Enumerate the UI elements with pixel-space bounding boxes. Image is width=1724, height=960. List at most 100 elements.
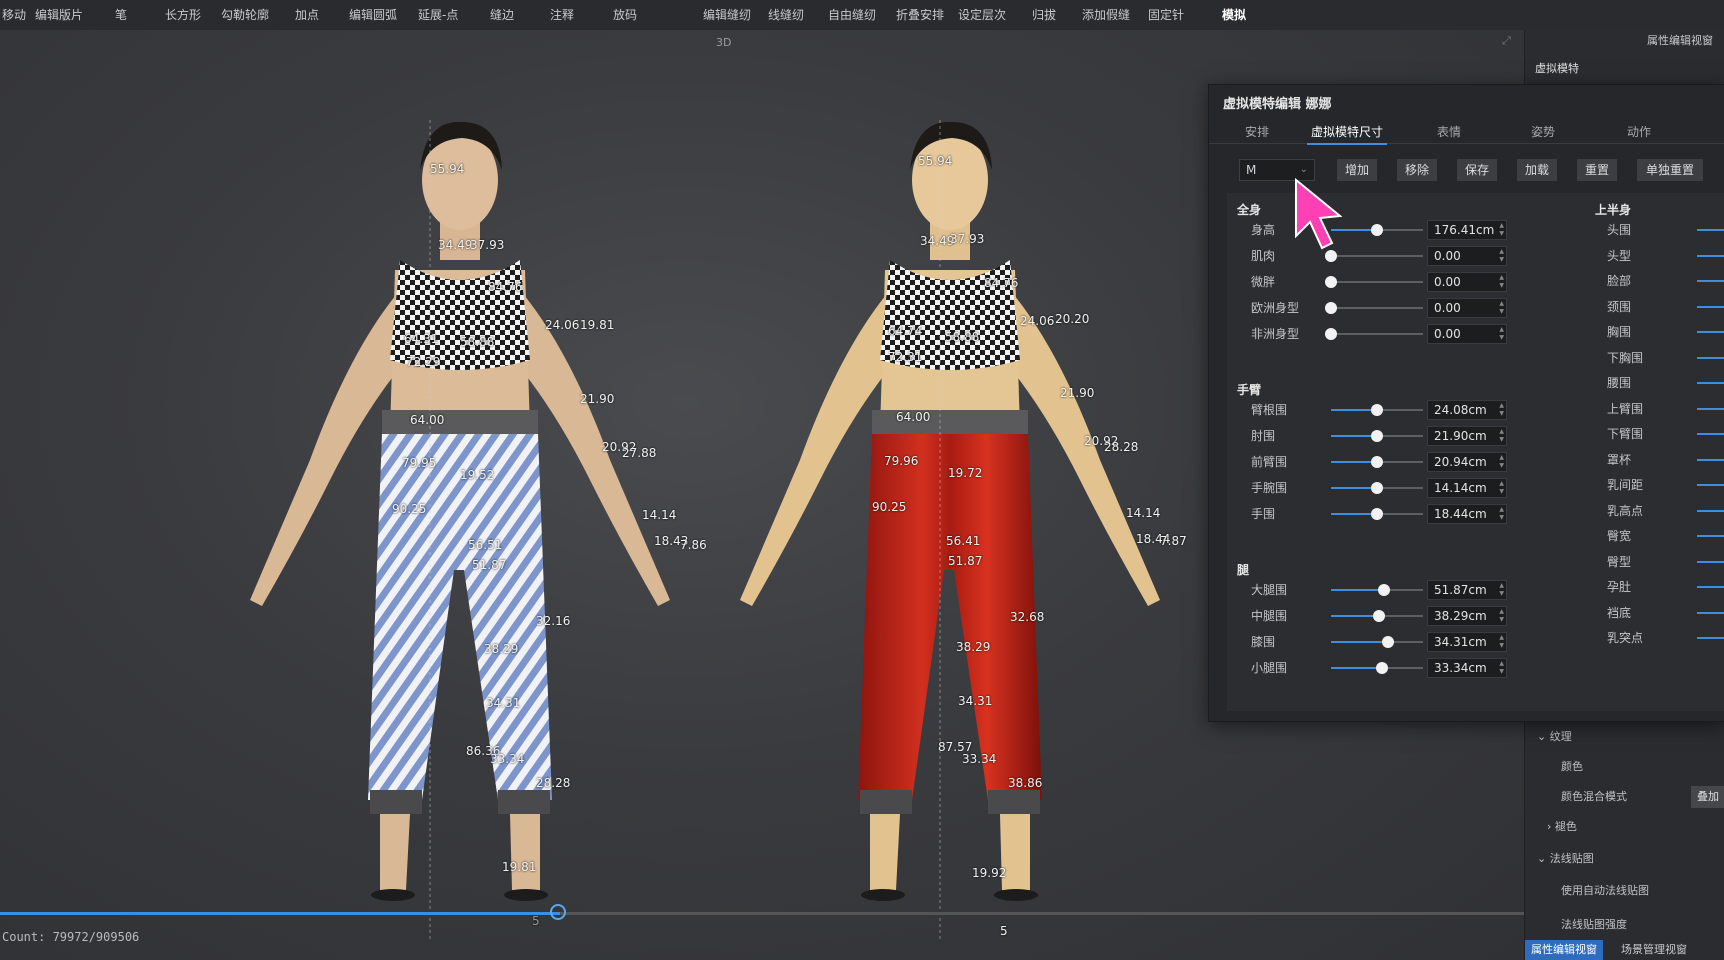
prop-color[interactable]: 颜色 <box>1561 758 1583 774</box>
measurement-value-input[interactable]: 33.34cm ▲ ▼ <box>1427 658 1507 678</box>
menu-move[interactable]: 移动 <box>2 6 26 23</box>
slider-handle[interactable] <box>1325 328 1337 340</box>
spinner-arrows-icon[interactable]: ▲ ▼ <box>1499 660 1504 676</box>
spinner-arrows-icon[interactable]: ▲ ▼ <box>1499 428 1504 444</box>
measurement-slider[interactable] <box>1325 302 1423 314</box>
slider-handle[interactable] <box>1371 456 1383 468</box>
spinner-arrows-icon[interactable]: ▲ ▼ <box>1499 634 1504 650</box>
measurement-slider[interactable] <box>1331 508 1423 520</box>
playback-timeline[interactable] <box>0 904 1524 920</box>
spinner-arrows-icon[interactable]: ▲ ▼ <box>1499 248 1504 264</box>
measurement-value-input[interactable]: 24.08cm ▲ ▼ <box>1427 400 1507 420</box>
blend-mode-select[interactable]: 叠加 <box>1691 786 1724 808</box>
menu-free-sewing[interactable]: 自由缝纫 <box>828 6 876 23</box>
tab-scene-manager[interactable]: 场景管理视窗 <box>1615 940 1693 960</box>
measurement-slider[interactable] <box>1331 456 1423 468</box>
menu-trace-outline[interactable]: 勾勒轮廓 <box>221 6 269 23</box>
measurement-value-input[interactable]: 0.00 ▲ ▼ <box>1427 246 1507 266</box>
menu-add-tack[interactable]: 添加假缝 <box>1082 6 1130 23</box>
spinner-arrows-icon[interactable]: ▲ ▼ <box>1499 326 1504 342</box>
tab-avatar-size[interactable]: 虚拟模特尺寸 <box>1306 123 1388 145</box>
remove-button[interactable]: 移除 <box>1397 159 1437 181</box>
avatar-left[interactable] <box>230 100 690 950</box>
expand-icon[interactable]: ⤢ <box>1502 34 1511 48</box>
prop-auto-normal-map[interactable]: 使用自动法线贴图 <box>1561 882 1649 898</box>
upper-body-slider[interactable] <box>1697 586 1724 588</box>
measurement-slider[interactable] <box>1331 636 1423 648</box>
tab-pose[interactable]: 姿势 <box>1531 123 1555 140</box>
measurement-slider[interactable] <box>1331 430 1423 442</box>
individual-reset-button[interactable]: 单独重置 <box>1637 159 1703 181</box>
tab-property-editor[interactable]: 属性编辑视窗 <box>1525 940 1603 960</box>
upper-body-slider[interactable] <box>1697 229 1724 231</box>
upper-body-slider[interactable] <box>1697 484 1724 486</box>
upper-body-slider[interactable] <box>1697 535 1724 537</box>
upper-body-slider[interactable] <box>1697 356 1724 359</box>
tab-expression[interactable]: 表情 <box>1437 123 1461 140</box>
measurement-value-input[interactable]: 0.00 ▲ ▼ <box>1427 324 1507 344</box>
upper-body-slider[interactable] <box>1697 280 1724 282</box>
avatar-right[interactable] <box>720 100 1180 950</box>
slider-handle[interactable] <box>1375 662 1388 674</box>
slider-handle[interactable] <box>1372 610 1385 622</box>
upper-body-slider[interactable] <box>1697 382 1724 384</box>
menu-line-sewing[interactable]: 线缝纫 <box>768 6 804 23</box>
measurement-value-input[interactable]: 0.00 ▲ ▼ <box>1427 272 1507 292</box>
menu-grading[interactable]: 放码 <box>613 6 637 23</box>
menu-seam-allowance[interactable]: 缝边 <box>490 6 514 23</box>
measurement-value-input[interactable]: 34.31cm ▲ ▼ <box>1427 632 1507 652</box>
upper-body-slider[interactable] <box>1697 637 1724 639</box>
measurement-slider[interactable] <box>1331 482 1423 494</box>
measurement-value-input[interactable]: 18.44cm ▲ ▼ <box>1427 504 1507 524</box>
menu-edit-curve[interactable]: 编辑圆弧 <box>349 6 397 23</box>
spinner-arrows-icon[interactable]: ▲ ▼ <box>1499 300 1504 316</box>
menu-shrink-stretch[interactable]: 归拔 <box>1032 6 1056 23</box>
spinner-arrows-icon[interactable]: ▲ ▼ <box>1499 608 1504 624</box>
section-texture[interactable]: ⌄ 纹理 <box>1537 728 1572 744</box>
menu-pin[interactable]: 固定针 <box>1148 6 1184 23</box>
measurement-slider[interactable] <box>1331 610 1423 622</box>
menu-annotation[interactable]: 注释 <box>550 6 574 23</box>
measurement-value-input[interactable]: 0.00 ▲ ▼ <box>1427 298 1507 318</box>
upper-body-slider[interactable] <box>1697 458 1724 461</box>
menu-add-point[interactable]: 加点 <box>295 6 319 23</box>
section-fade[interactable]: › 褪色 <box>1547 818 1577 834</box>
menu-fold-arrange[interactable]: 折叠安排 <box>896 6 944 23</box>
slider-handle[interactable] <box>1382 636 1395 648</box>
spinner-arrows-icon[interactable]: ▲ ▼ <box>1499 402 1504 418</box>
menu-pen[interactable]: 笔 <box>115 6 127 23</box>
measurement-value-input[interactable]: 176.41cm ▲ ▼ <box>1427 220 1507 240</box>
load-button[interactable]: 加载 <box>1517 159 1557 181</box>
slider-handle[interactable] <box>1325 276 1337 288</box>
measurement-slider[interactable] <box>1325 328 1423 340</box>
spinner-arrows-icon[interactable]: ▲ ▼ <box>1499 222 1504 238</box>
measurement-value-input[interactable]: 14.14cm ▲ ▼ <box>1427 478 1507 498</box>
upper-body-slider[interactable] <box>1697 611 1724 614</box>
spinner-arrows-icon[interactable]: ▲ ▼ <box>1499 454 1504 470</box>
measurement-slider[interactable] <box>1331 662 1423 674</box>
slider-handle[interactable] <box>1371 508 1383 520</box>
slider-handle[interactable] <box>1325 302 1337 314</box>
slider-handle[interactable] <box>1378 584 1391 596</box>
upper-body-slider[interactable] <box>1697 331 1724 333</box>
slider-handle[interactable] <box>1371 224 1383 236</box>
slider-handle[interactable] <box>1371 482 1383 494</box>
upper-body-slider[interactable] <box>1697 254 1724 257</box>
measurement-slider[interactable] <box>1331 584 1423 596</box>
slider-handle[interactable] <box>1371 430 1383 442</box>
measurement-slider[interactable] <box>1325 276 1423 288</box>
upper-body-slider[interactable] <box>1697 560 1724 563</box>
measurement-slider[interactable] <box>1331 404 1423 416</box>
menu-rectangle[interactable]: 长方形 <box>165 6 201 23</box>
tab-motion[interactable]: 动作 <box>1627 123 1651 140</box>
measurement-value-input[interactable]: 38.29cm ▲ ▼ <box>1427 606 1507 626</box>
menu-set-layer[interactable]: 设定层次 <box>958 6 1006 23</box>
measurement-value-input[interactable]: 20.94cm ▲ ▼ <box>1427 452 1507 472</box>
save-button[interactable]: 保存 <box>1457 159 1497 181</box>
upper-body-slider[interactable] <box>1697 509 1724 512</box>
spinner-arrows-icon[interactable]: ▲ ▼ <box>1499 274 1504 290</box>
measurement-value-input[interactable]: 51.87cm ▲ ▼ <box>1427 580 1507 600</box>
menu-edit-sewing[interactable]: 编辑缝纫 <box>703 6 751 23</box>
timeline-handle[interactable] <box>550 904 566 920</box>
measurement-value-input[interactable]: 21.90cm ▲ ▼ <box>1427 426 1507 446</box>
